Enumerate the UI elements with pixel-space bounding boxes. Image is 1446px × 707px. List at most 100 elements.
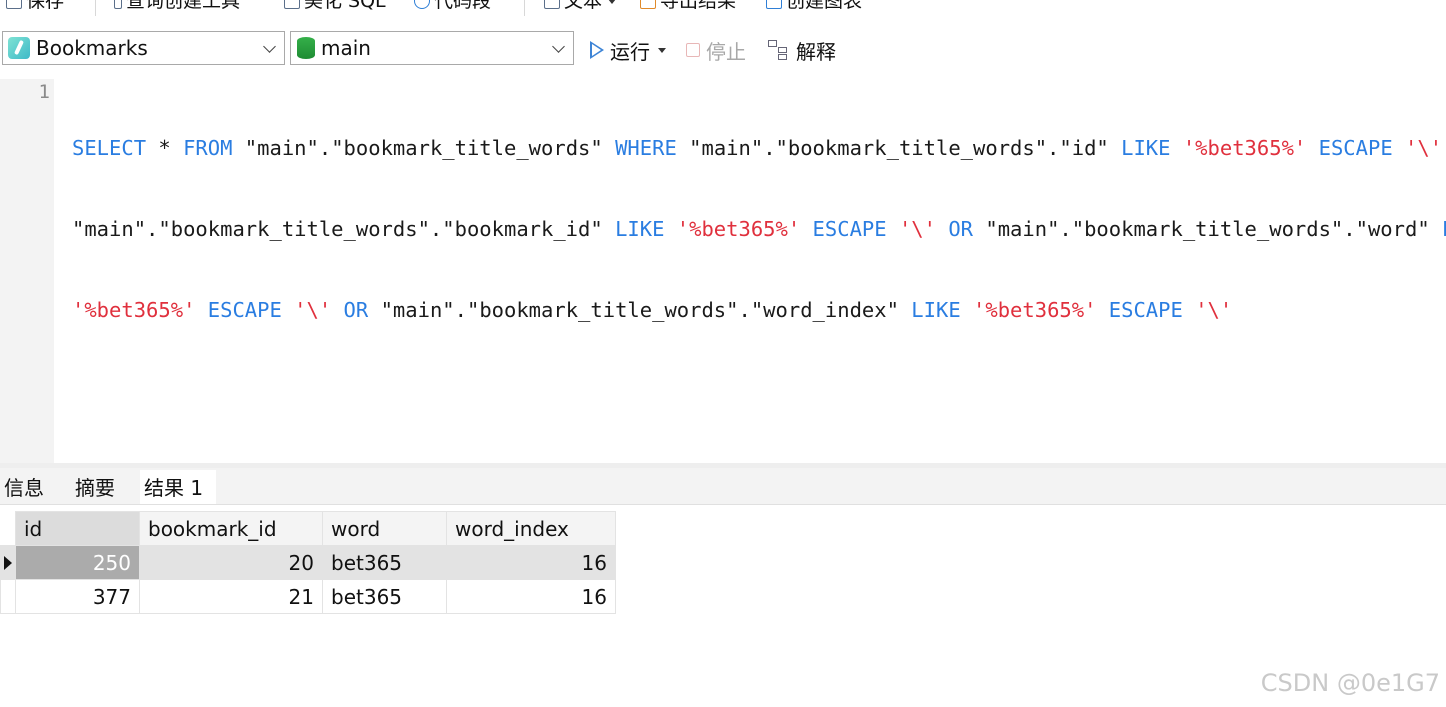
tab-info[interactable]: 信息	[0, 470, 48, 504]
sql-string: '\'	[294, 298, 332, 322]
code-line: '%bet365%' ESCAPE '\' OR "main"."bookmar…	[72, 297, 1446, 324]
toolbar-separator	[524, 0, 525, 16]
cell-id[interactable]: 377	[15, 579, 140, 614]
sql-keyword: WHERE	[615, 136, 677, 160]
chevron-down-icon	[263, 40, 276, 53]
beautify-sql-button[interactable]: 美化 SQL	[284, 0, 386, 16]
sql-text: "main"."bookmark_title_words"."id"	[676, 136, 1122, 160]
table-row[interactable]: 377 21 bet365 16	[0, 579, 616, 614]
sql-keyword: ESCAPE	[207, 298, 282, 322]
main-toolbar: 保存 查询创建工具 美化 SQL 代码段 文本 导出结果 创建图表	[0, 0, 1446, 16]
cell-word[interactable]: bet365	[322, 545, 447, 580]
play-icon	[590, 41, 604, 59]
sql-string: '\'	[1405, 136, 1443, 160]
bookmark-db-icon	[8, 37, 30, 59]
sql-keyword: OR	[948, 217, 974, 241]
column-header-bookmark-id[interactable]: bookmark_id	[139, 511, 323, 546]
chevron-down-icon	[552, 40, 565, 53]
cell-bookmark-id[interactable]: 20	[139, 545, 323, 580]
query-builder-button[interactable]: 查询创建工具	[114, 0, 240, 16]
current-row-arrow-icon	[4, 556, 12, 570]
sql-string: '\'	[1195, 298, 1233, 322]
line-number: 1	[38, 81, 50, 103]
code-snippet-button[interactable]: 代码段	[414, 0, 491, 16]
code-line: "main"."bookmark_title_words"."bookmark_…	[72, 216, 1446, 243]
row-indicator[interactable]	[0, 545, 16, 580]
sql-code[interactable]: SELECT * FROM "main"."bookmark_title_wor…	[72, 81, 1446, 378]
table-row[interactable]: 250 20 bet365 16	[0, 545, 616, 580]
toolbar-separator	[95, 0, 96, 16]
schema-select[interactable]: main	[290, 31, 574, 65]
result-tabs: 信息 摘要 结果 1	[0, 468, 1446, 505]
tab-result-1[interactable]: 结果 1	[140, 470, 216, 504]
result-grid: id bookmark_id word word_index 250 20 be…	[0, 511, 616, 614]
save-button[interactable]: 保存	[6, 0, 64, 16]
sql-text: "main"."bookmark_title_words"	[232, 136, 616, 160]
save-icon	[6, 0, 22, 9]
query-builder-icon	[114, 0, 122, 9]
column-header-word[interactable]: word	[322, 511, 447, 546]
sql-keyword: FROM	[183, 136, 233, 160]
cell-word[interactable]: bet365	[322, 579, 447, 614]
tab-summary[interactable]: 摘要	[71, 470, 119, 504]
cell-word-index[interactable]: 16	[446, 579, 616, 614]
export-result-button[interactable]: 导出结果	[640, 0, 736, 16]
row-indicator[interactable]	[0, 579, 16, 614]
cell-word-index[interactable]: 16	[446, 545, 616, 580]
sql-string: '\'	[898, 217, 936, 241]
code-snippet-icon	[414, 0, 430, 9]
sql-keyword: SELECT	[72, 136, 147, 160]
sql-editor[interactable]: 1 SELECT * FROM "main"."bookmark_title_w…	[0, 79, 1446, 463]
sql-keyword: LIKE	[1121, 136, 1171, 160]
sql-text: "main"."bookmark_title_words"."word"	[973, 217, 1443, 241]
chevron-down-icon[interactable]	[658, 47, 666, 53]
sql-keyword: ESCAPE	[1108, 298, 1183, 322]
sql-keyword: ESCAPE	[1318, 136, 1393, 160]
stop-button[interactable]: 停止	[686, 35, 746, 65]
watermark: CSDN @0e1G7	[1260, 669, 1440, 697]
export-icon	[640, 0, 656, 9]
code-line: SELECT * FROM "main"."bookmark_title_wor…	[72, 135, 1446, 162]
wand-icon	[284, 0, 300, 9]
cell-bookmark-id[interactable]: 21	[139, 579, 323, 614]
sql-keyword: LIKE	[911, 298, 961, 322]
text-button[interactable]: 文本	[544, 0, 617, 16]
create-chart-button[interactable]: 创建图表	[766, 0, 862, 16]
chevron-down-icon	[608, 0, 617, 4]
sql-string: '%bet365%'	[72, 298, 196, 322]
column-header-id[interactable]: id	[15, 511, 140, 546]
sql-string: '%bet365%'	[1182, 136, 1307, 160]
text-icon	[544, 0, 560, 9]
sql-string: '%bet365%'	[973, 298, 1097, 322]
sql-keyword: OR	[343, 298, 369, 322]
sql-string: '%bet365%'	[676, 217, 801, 241]
chart-icon	[766, 0, 782, 9]
stop-icon	[686, 43, 700, 57]
database-select[interactable]: Bookmarks	[2, 31, 285, 65]
database-icon	[297, 37, 315, 59]
column-header-word-index[interactable]: word_index	[446, 511, 616, 546]
run-button[interactable]: 运行	[590, 35, 666, 65]
cell-id[interactable]: 250	[15, 545, 140, 580]
line-number-gutter: 1	[0, 79, 54, 463]
explain-button[interactable]: 解释	[768, 35, 836, 65]
sql-keyword: ESCAPE	[812, 217, 887, 241]
sql-keyword: LIKE	[615, 217, 665, 241]
sql-text: "main"."bookmark_title_words"."word_inde…	[368, 298, 912, 322]
sql-keyword: LIKE	[1442, 217, 1446, 241]
explain-icon	[768, 40, 790, 60]
